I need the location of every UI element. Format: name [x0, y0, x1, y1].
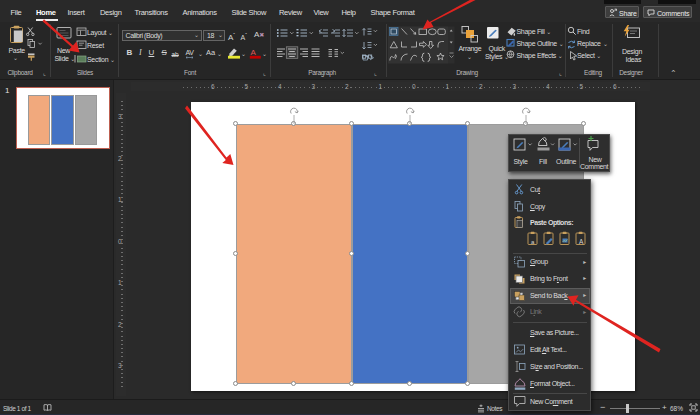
- svg-text:a: a: [531, 239, 535, 245]
- svg-text:A: A: [579, 238, 584, 245]
